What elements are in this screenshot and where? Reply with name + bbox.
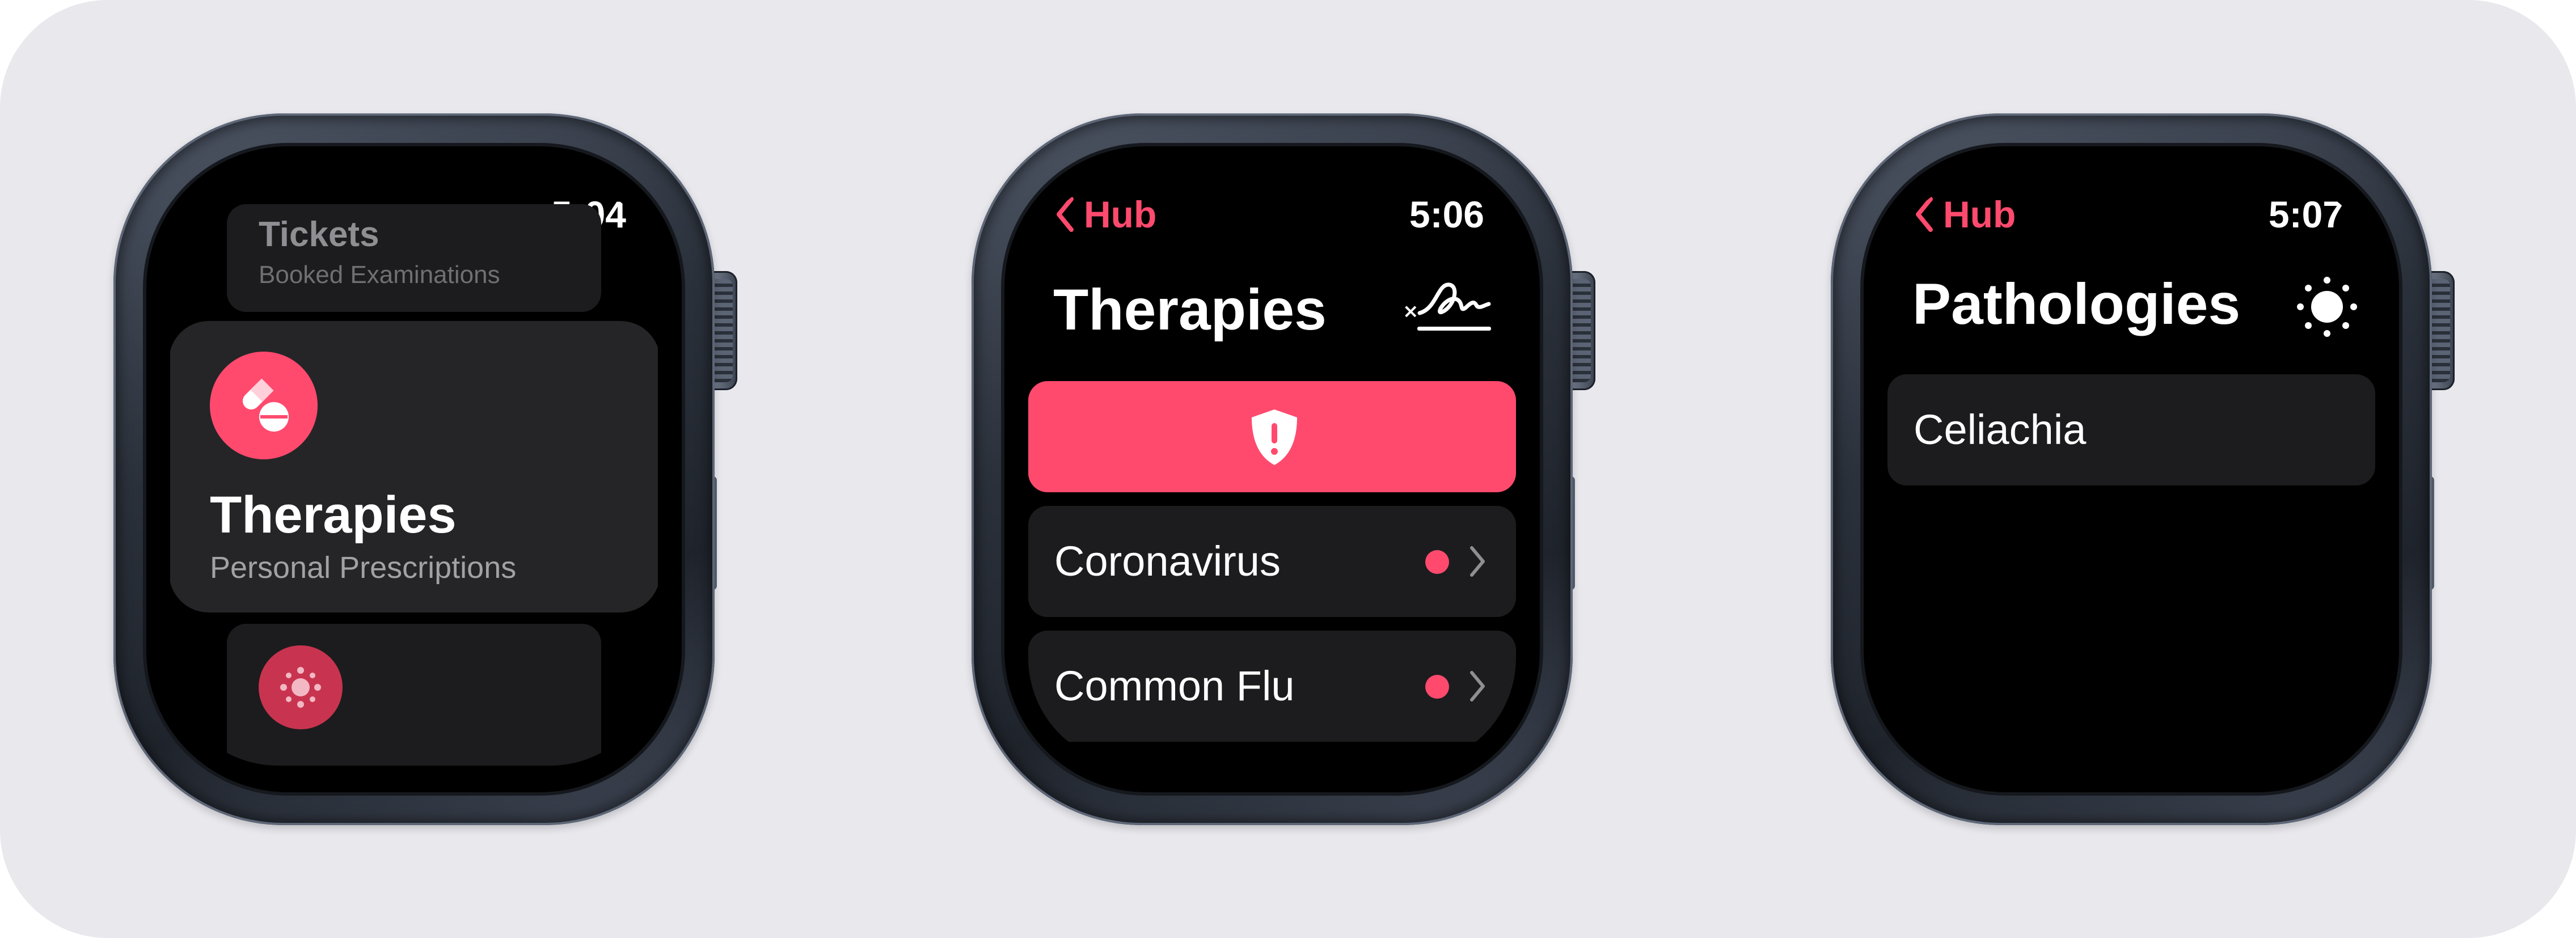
- showcase-background: 5:04 Tickets Booked Examinations: [0, 0, 2576, 938]
- virus-icon: [259, 645, 343, 729]
- watch-therapies: Hub 5:06 Therapies × Coronavirus Common …: [972, 113, 1595, 825]
- chevron-left-icon: [1057, 197, 1074, 232]
- status-dot: [1425, 550, 1449, 574]
- tickets-card[interactable]: Tickets Booked Examinations: [227, 204, 601, 312]
- watch-screen: Hub 5:06 Therapies × Coronavirus Common …: [1028, 176, 1516, 766]
- svg-text:×: ×: [1403, 300, 1419, 323]
- chevron-right-icon: [1470, 671, 1485, 702]
- clock-time: 5:06: [1409, 193, 1484, 235]
- chevron-right-icon: [1470, 546, 1485, 577]
- pills-icon: [210, 352, 318, 459]
- watch-pathologies: Hub 5:07 Pathologies Celiachia: [1831, 113, 2455, 825]
- back-label: Hub: [1084, 193, 1157, 235]
- shield-exclamation-icon: [1252, 409, 1297, 465]
- pathologies-card[interactable]: [227, 624, 601, 766]
- list-item[interactable]: Celiachia: [1887, 374, 2375, 485]
- item-label: Common Flu: [1054, 662, 1295, 709]
- therapies-card[interactable]: Therapies Personal Prescriptions: [170, 321, 658, 612]
- back-button[interactable]: Hub: [1054, 193, 1156, 236]
- alert-button[interactable]: [1028, 381, 1516, 492]
- back-label: Hub: [1943, 193, 2016, 235]
- watch-home: 5:04 Tickets Booked Examinations: [113, 113, 737, 825]
- clock-time: 5:07: [2268, 193, 2343, 235]
- tickets-title: Tickets: [259, 215, 379, 254]
- page-title: Therapies: [1053, 277, 1327, 342]
- page-title: Pathologies: [1912, 272, 2241, 336]
- sun-icon[interactable]: [2296, 276, 2358, 338]
- back-button[interactable]: Hub: [1914, 193, 2016, 236]
- chevron-left-icon: [1916, 197, 1933, 232]
- item-label: Celiachia: [1914, 406, 2087, 453]
- tickets-subtitle: Booked Examinations: [259, 261, 500, 289]
- signature-icon[interactable]: ×: [1403, 272, 1499, 346]
- list-item[interactable]: Coronavirus: [1028, 506, 1516, 617]
- watch-screen: Hub 5:07 Pathologies Celiachia: [1887, 176, 2375, 766]
- therapies-title: Therapies: [210, 486, 457, 544]
- watch-screen: 5:04 Tickets Booked Examinations: [170, 176, 658, 766]
- list-item[interactable]: Common Flu: [1028, 631, 1516, 742]
- item-label: Coronavirus: [1054, 538, 1281, 585]
- status-dot: [1425, 675, 1449, 699]
- therapies-subtitle: Personal Prescriptions: [210, 551, 517, 585]
